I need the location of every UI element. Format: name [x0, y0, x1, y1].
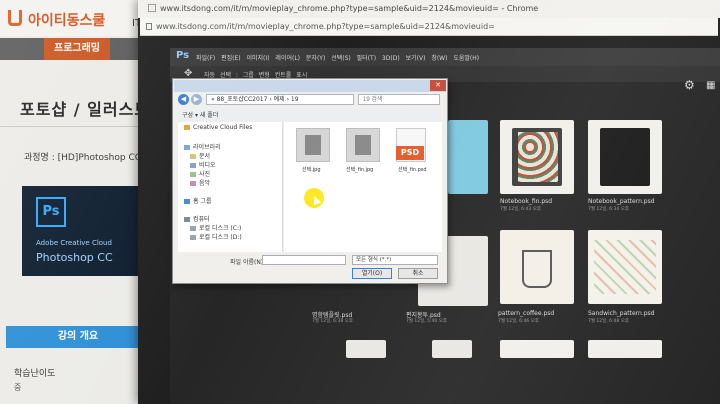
sidebar-item-label: 비디오 — [199, 162, 216, 169]
recent-file-name[interactable]: Notebook_fin.psd — [500, 198, 552, 205]
close-icon[interactable]: ✕ — [430, 80, 446, 91]
library-icon — [184, 145, 190, 150]
sidebar-item-drive-c[interactable]: 로컬 디스크 (C:) — [190, 223, 241, 232]
filetype-select[interactable]: 모든 형식 (*.*) — [352, 255, 438, 265]
sidebar-item-libraries[interactable]: 라이브러리 — [184, 142, 221, 151]
page-title: 포토샵 / 일러스트 — [20, 100, 151, 119]
sidebar-item-label: Creative Cloud Files — [193, 124, 253, 131]
address-text[interactable]: www.itsdong.com/it/m/movieplay_chrome.ph… — [156, 22, 495, 31]
sidebar-item-label: 홈 그룹 — [193, 198, 212, 205]
documents-icon — [190, 154, 196, 159]
computer-icon — [184, 217, 190, 222]
sidebar-item-label: 문서 — [199, 153, 211, 160]
file-thumbnail[interactable] — [296, 128, 330, 162]
recent-file-thumb[interactable] — [588, 230, 662, 304]
sidebar-item-label: 로컬 디스크 (C:) — [199, 225, 242, 232]
recent-file-meta: 7월 12일, 6:46 오후 — [498, 319, 539, 324]
product-brand: Adobe Creative Cloud — [36, 239, 112, 247]
breadcrumb[interactable]: « 88_포토샵CC2017 › 예제 › 19 — [206, 94, 354, 105]
psd-badge: PSD — [396, 146, 424, 160]
file-thumbnail[interactable] — [346, 128, 380, 162]
course-name: 과정명 : [HD]Photoshop CC 2 — [24, 153, 150, 163]
file-name[interactable]: 선택_fin.psd — [398, 166, 427, 173]
course-outline-heading: 강의 개요 — [6, 326, 150, 348]
recent-file-meta: 7월 12일, 6:48 오후 — [588, 319, 629, 324]
recent-file-meta: 7월 12일, 6:34 오후 — [588, 207, 629, 212]
photoshop-app-icon: Ps — [176, 50, 190, 61]
filename-input[interactable] — [262, 255, 346, 265]
page-icon — [148, 4, 156, 12]
search-input[interactable] — [358, 94, 440, 105]
sidebar-item-label: 음악 — [199, 180, 211, 187]
drive-icon — [190, 235, 196, 240]
product-name: Photoshop CC — [36, 251, 113, 264]
logo-icon — [8, 10, 22, 26]
file-name[interactable]: 선택.jpg — [302, 166, 321, 173]
recent-file-name[interactable]: pattern_coffee.psd — [498, 310, 554, 317]
sidebar-item-documents[interactable]: 문서 — [190, 151, 210, 160]
recent-file-thumb[interactable] — [432, 340, 472, 358]
sidebar-item-label: 라이브러리 — [193, 144, 221, 151]
sidebar-item-pictures[interactable]: 사진 — [190, 169, 210, 178]
back-arrow-icon[interactable]: ◀ — [178, 94, 189, 105]
forward-arrow-icon[interactable]: ▶ — [191, 94, 202, 105]
difficulty-value: 중 — [14, 383, 22, 392]
recent-file-thumb[interactable] — [500, 340, 574, 358]
sidebar-item-label: 사진 — [199, 171, 211, 178]
site-logo[interactable]: 아이티동스쿨 — [28, 10, 105, 30]
divider — [0, 126, 150, 127]
filename-label: 파일 이름(N): — [230, 259, 266, 266]
sidebar-item-creative-cloud[interactable]: Creative Cloud Files — [184, 124, 252, 131]
sidebar-item-label: 로컬 디스크 (D:) — [199, 234, 242, 241]
difficulty-label: 학습난이도 — [14, 369, 56, 379]
sidebar-item-music[interactable]: 음악 — [190, 178, 210, 187]
photoshop-menus[interactable]: 파일(F) 편집(E) 이미지(I) 레이어(L) 문자(Y) 선택(S) 필터… — [196, 53, 479, 62]
sidebar-item-computer[interactable]: 컴퓨터 — [184, 214, 210, 223]
drive-icon — [190, 226, 196, 231]
open-button[interactable]: 열기(O) — [352, 268, 392, 279]
grid-view-icon[interactable]: ▦ — [706, 80, 715, 91]
recent-file-meta: 7월 12일, 6:43 오후 — [500, 207, 541, 212]
music-icon — [190, 181, 196, 186]
sidebar-item-videos[interactable]: 비디오 — [190, 160, 216, 169]
recent-file-thumb[interactable] — [588, 340, 662, 358]
recent-file-thumb[interactable] — [346, 340, 386, 358]
dialog-toolbar[interactable]: 구성 ▾ 새 폴더 — [178, 110, 442, 121]
file-name[interactable]: 선택_fin.jpg — [346, 166, 373, 173]
window-title: www.itsdong.com/it/m/movieplay_chrome.ph… — [160, 4, 539, 13]
homegroup-icon — [184, 199, 190, 204]
pictures-icon — [190, 172, 196, 177]
cancel-button[interactable]: 취소 — [398, 268, 438, 279]
photoshop-logo-icon: Ps — [36, 197, 66, 227]
dialog-titlebar — [174, 80, 446, 92]
nav-tab-programming[interactable]: 프로그래밍 — [44, 38, 110, 60]
recent-file-name[interactable]: Notebook_pattern.psd — [588, 198, 655, 205]
video-icon — [190, 163, 196, 168]
sidebar-item-homegroup[interactable]: 홈 그룹 — [184, 196, 211, 205]
recent-file-name[interactable]: Sandwich_pattern.psd — [588, 310, 654, 317]
recent-file-meta: 7월 12일, 6:38 오후 — [312, 319, 353, 324]
recent-file-thumb[interactable] — [588, 120, 662, 194]
recent-file-thumb[interactable] — [448, 120, 488, 194]
recent-file-thumb[interactable] — [500, 230, 574, 304]
gear-icon[interactable]: ⚙ — [684, 78, 695, 92]
folder-icon — [184, 125, 190, 130]
sidebar-item-drive-d[interactable]: 로컬 디스크 (D:) — [190, 232, 242, 241]
recent-file-thumb[interactable] — [500, 120, 574, 194]
sidebar-item-label: 컴퓨터 — [193, 216, 210, 223]
recent-file-meta: 7월 12일, 5:40 오후 — [406, 319, 447, 324]
lock-icon — [146, 23, 152, 30]
